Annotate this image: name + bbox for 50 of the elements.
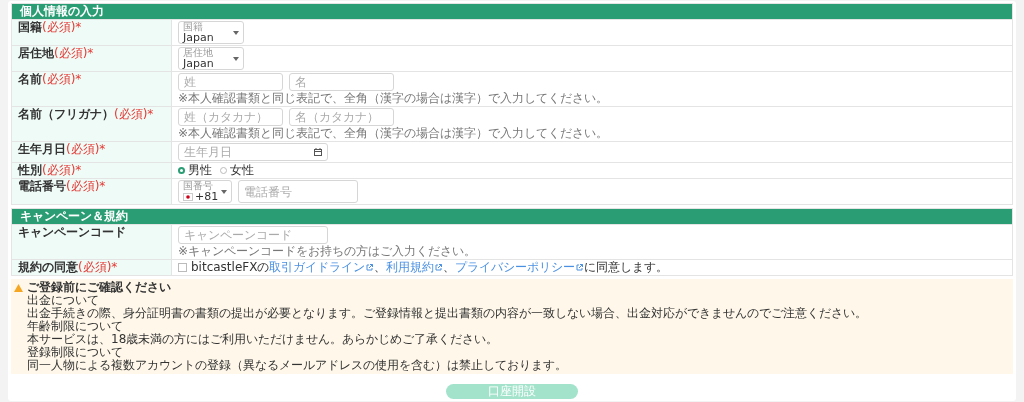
section-header: 個人情報の入力 xyxy=(12,4,1012,19)
separator-text: 、 xyxy=(443,261,456,274)
input-field[interactable]: キャンペーンコード xyxy=(178,226,328,244)
notice-heading: 登録制限について xyxy=(27,346,124,359)
country-select[interactable]: 国籍 Japan xyxy=(178,21,244,44)
calendar-icon xyxy=(314,148,322,156)
external-link-icon xyxy=(366,264,374,271)
field-label: キャンペーンコード xyxy=(18,225,126,239)
separator-text: 、 xyxy=(374,261,387,274)
terms-link[interactable]: 利用規約 xyxy=(386,261,435,274)
flag-icon xyxy=(183,192,193,201)
section-header: キャンペーン＆規約 xyxy=(12,209,1012,224)
notice-heading: 年齢制限について xyxy=(27,320,124,333)
caret-icon xyxy=(221,190,227,194)
field-label: 性別(必須)* xyxy=(18,163,82,177)
input-field[interactable]: 電話番号 xyxy=(238,180,358,203)
checkbox[interactable] xyxy=(178,263,187,272)
field-label: 名前(必須)* xyxy=(18,72,82,86)
terms-link[interactable]: プライバシーポリシー xyxy=(455,261,576,274)
field-label: 国籍(必須)* xyxy=(18,20,82,34)
input-field[interactable]: 名（カタカナ） xyxy=(289,108,394,126)
country-code-select[interactable]: 国番号 +81 xyxy=(178,180,232,203)
input-field[interactable]: 姓（カタカナ） xyxy=(178,108,283,126)
agreement-text: bitcastleFXの xyxy=(191,261,270,274)
caret-icon xyxy=(233,31,239,35)
input-field[interactable]: 姓 xyxy=(178,73,283,91)
agreement-text: に同意します。 xyxy=(584,261,669,274)
field-label: 規約の同意(必須)* xyxy=(18,260,118,274)
hint-text: ※本人確認書類と同じ表記で、全角（漢字の場合は漢字）で入力してください。 xyxy=(178,92,609,105)
external-link-icon xyxy=(435,264,443,271)
terms-link[interactable]: 取引ガイドライン xyxy=(269,261,366,274)
notice-text: 出金手続きの際、身分証明書の書類の提出が必要となります。ご登録情報と提出書類の内容が一致しない場合、出金対応ができませんのでご注意ください。 xyxy=(27,307,868,320)
hint-text: ※本人確認書類と同じ表記で、全角（漢字の場合は漢字）で入力してください。 xyxy=(178,127,609,140)
notice-text: 同一人物による複数アカウントの登録（異なるメールアドレスの使用を含む）は禁止しております。 xyxy=(27,359,568,372)
hint-text: ※キャンペーンコードをお持ちの方はご入力ください。 xyxy=(178,245,477,258)
notice-heading: 出金について xyxy=(27,294,100,307)
radio-option[interactable]: 女性 xyxy=(220,164,254,177)
notice-text: 本サービスは、18歳未満の方にはご利用いただけません。あらかじめご了承ください。 xyxy=(27,333,500,346)
input-field[interactable]: 名 xyxy=(289,73,394,91)
field-label: 電話番号(必須)* xyxy=(18,179,106,193)
field-label: 名前（フリガナ）(必須)* xyxy=(18,107,154,121)
external-link-icon xyxy=(576,264,584,271)
field-label: 居住地(必須)* xyxy=(18,46,94,60)
radio-option[interactable]: 男性 xyxy=(178,164,212,177)
warning-icon xyxy=(14,283,23,292)
country-select[interactable]: 居住地 Japan xyxy=(178,47,244,70)
date-field[interactable]: 生年月日 xyxy=(178,143,328,161)
notice-title: ご登録前にご確認ください xyxy=(27,281,171,294)
field-label: 生年月日(必須)* xyxy=(18,142,106,156)
caret-icon xyxy=(233,57,239,61)
